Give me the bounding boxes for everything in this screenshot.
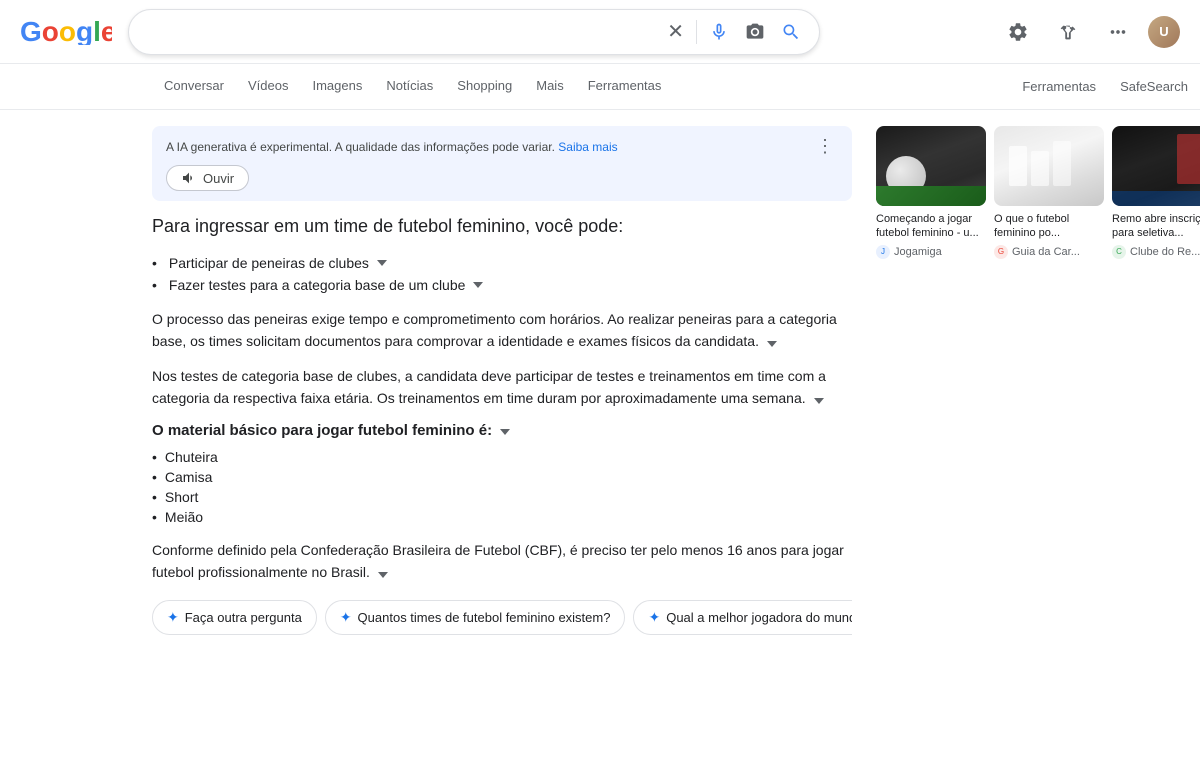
labs-button[interactable] <box>1048 12 1088 52</box>
related-btn-1[interactable]: ✦ Quantos times de futebol feminino exis… <box>325 600 626 635</box>
answer-title: Para ingressar em um time de futebol fem… <box>152 213 852 240</box>
safesearch-btn[interactable]: SafeSearch <box>1108 64 1200 110</box>
microphone-icon <box>709 22 729 42</box>
image-card-2-source: G Guia da Car... <box>994 245 1104 259</box>
ai-notice-box: A IA generativa é experimental. A qualid… <box>152 126 852 201</box>
paragraph-2: Nos testes de categoria base de clubes, … <box>152 365 852 410</box>
material-item-4: •Meião <box>152 507 852 527</box>
header-right: U <box>998 12 1180 52</box>
settings-icon <box>1007 21 1029 43</box>
expand-list-2-btn[interactable] <box>473 282 483 288</box>
list-item-1: • Participar de peneiras de clubes <box>152 252 852 274</box>
image-card-3[interactable]: Remo abre inscrições para seletiva... C … <box>1112 126 1200 259</box>
expand-para-2-btn[interactable] <box>814 392 824 407</box>
volume-icon <box>181 170 197 186</box>
image-card-1-title: Começando a jogar futebol feminino - u..… <box>876 212 986 241</box>
tab-noticias[interactable]: Notícias <box>374 64 445 110</box>
google-search-button[interactable] <box>777 18 805 46</box>
ai-notice-text: A IA generativa é experimental. A qualid… <box>166 140 618 154</box>
material-item-2: •Camisa <box>152 467 852 487</box>
expand-material-btn[interactable] <box>500 423 510 438</box>
expand-age-btn[interactable] <box>378 566 388 581</box>
related-btn-0[interactable]: ✦ Faça outra pergunta <box>152 600 317 635</box>
avatar[interactable]: U <box>1148 16 1180 48</box>
age-paragraph: Conforme definido pela Confederação Bras… <box>152 539 852 584</box>
paragraph-1: O processo das peneiras exige tempo e co… <box>152 308 852 353</box>
image-card-2-title: O que o futebol feminino po... <box>994 212 1104 241</box>
related-questions: ✦ Faça outra pergunta ✦ Quantos times de… <box>152 599 852 635</box>
main-content: A IA generativa é experimental. A qualid… <box>152 126 852 635</box>
expand-para-1-btn[interactable] <box>767 335 777 350</box>
tab-imagens[interactable]: Imagens <box>300 64 374 110</box>
material-title: O material básico para jogar futebol fem… <box>152 422 852 439</box>
nav-ferramentas-btn[interactable]: Ferramentas <box>1010 64 1108 110</box>
search-icon <box>781 22 801 42</box>
camera-icon <box>745 22 765 42</box>
answer-list: • Participar de peneiras de clubes • Faz… <box>152 252 852 296</box>
google-logo[interactable]: Google <box>20 15 112 48</box>
settings-button[interactable] <box>998 12 1038 52</box>
image-card-1[interactable]: Começando a jogar futebol feminino - u..… <box>876 126 986 259</box>
nav-tabs: Conversar Vídeos Imagens Notícias Shoppi… <box>0 64 1200 110</box>
image-card-2-img <box>994 126 1104 206</box>
sparkle-icon: ✦ <box>167 609 179 626</box>
image-cards-panel: Começando a jogar futebol feminino - u..… <box>876 126 1200 635</box>
header: Google como ingressar em um time de fute… <box>0 0 1200 64</box>
labs-icon <box>1057 21 1079 43</box>
search-input[interactable]: como ingressar em um time de futebol fem… <box>143 23 663 41</box>
expand-list-1-btn[interactable] <box>377 260 387 266</box>
svg-text:Google: Google <box>20 16 112 45</box>
material-item-3: •Short <box>152 487 852 507</box>
tab-conversar[interactable]: Conversar <box>152 64 236 110</box>
apps-icon <box>1107 21 1129 43</box>
voice-search-button[interactable] <box>705 18 733 46</box>
image-card-1-img <box>876 126 986 206</box>
related-btn-2[interactable]: ✦ Qual a melhor jogadora do mundo? <box>633 600 852 635</box>
tab-ferramentas[interactable]: Ferramentas <box>576 64 674 110</box>
saiba-mais-link[interactable]: Saiba mais <box>558 140 617 154</box>
clear-button[interactable]: ✕ <box>663 15 688 48</box>
tab-videos[interactable]: Vídeos <box>236 64 300 110</box>
image-card-3-source: C Clube do Re... <box>1112 245 1200 259</box>
listen-button[interactable]: Ouvir <box>166 165 249 191</box>
ai-notice-menu-btn[interactable]: ⋮ <box>812 136 838 157</box>
sparkle-icon-2: ✦ <box>340 609 352 626</box>
image-search-button[interactable] <box>741 18 769 46</box>
apps-button[interactable] <box>1098 12 1138 52</box>
search-bar: como ingressar em um time de futebol fem… <box>128 9 820 55</box>
image-card-1-source: J Jogamiga <box>876 245 986 259</box>
material-item-1: •Chuteira <box>152 447 852 467</box>
image-card-3-title: Remo abre inscrições para seletiva... <box>1112 212 1200 241</box>
list-item-2: • Fazer testes para a categoria base de … <box>152 274 852 296</box>
image-card-3-img <box>1112 126 1200 206</box>
tab-mais[interactable]: Mais <box>524 64 575 110</box>
sparkle-icon-3: ✦ <box>648 609 660 626</box>
image-card-2[interactable]: O que o futebol feminino po... G Guia da… <box>994 126 1104 259</box>
material-list: •Chuteira •Camisa •Short •Meião <box>152 447 852 527</box>
tab-shopping[interactable]: Shopping <box>445 64 524 110</box>
